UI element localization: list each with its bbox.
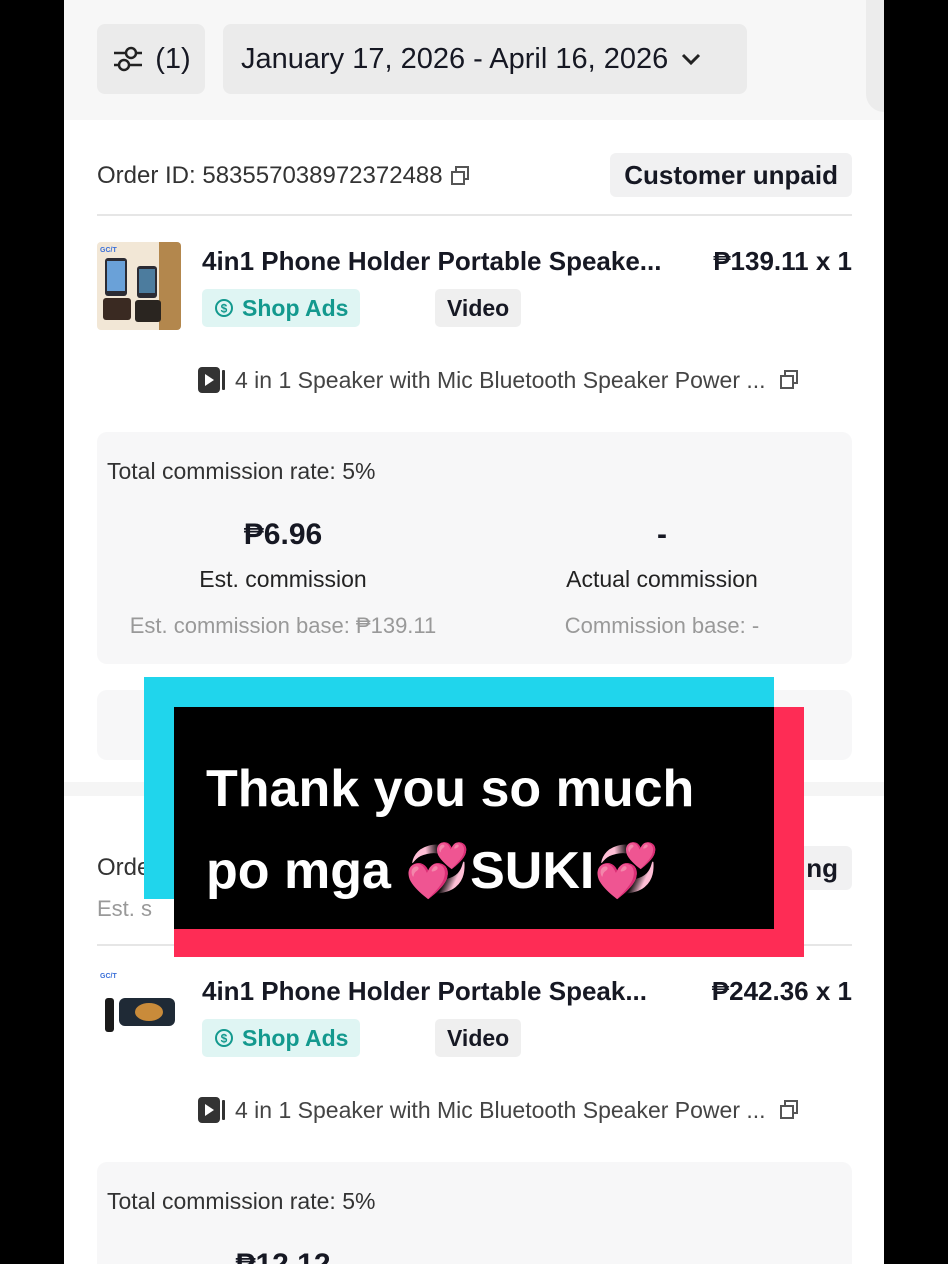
- product-image: GC/T: [97, 968, 181, 1056]
- order-id-text: Order ID: 583557038972372488: [97, 162, 443, 189]
- order-header: Order ID: 583557038972372488 Customer un…: [97, 153, 852, 199]
- video-tag: Video: [435, 1019, 522, 1057]
- filter-button[interactable]: (1): [97, 24, 205, 94]
- linked-video[interactable]: 4 in 1 Speaker with Mic Bluetooth Speake…: [197, 366, 800, 394]
- est-commission-value: ₱12.12: [103, 1248, 463, 1264]
- product-price: ₱139.11 x 1: [713, 246, 852, 276]
- est-commission-label: Est. commission: [199, 566, 367, 592]
- video-title: 4 in 1 Speaker with Mic Bluetooth Speake…: [235, 1096, 766, 1123]
- commission-rate: Total commission rate: 5%: [107, 458, 376, 484]
- product-price: ₱242.36 x 1: [711, 976, 852, 1006]
- shop-ads-tag: $ Shop Ads: [202, 1019, 361, 1057]
- copy-icon[interactable]: [778, 369, 800, 391]
- video-tag: Video: [435, 289, 522, 327]
- date-range-label: January 17, 2026 - April 16, 2026: [241, 42, 669, 75]
- copy-icon[interactable]: [449, 165, 471, 187]
- divider: [97, 214, 852, 216]
- est-commission-base: Est. commission base: ₱139.11: [129, 613, 437, 638]
- commission-panel: Total commission rate: 5% ₱12.12: [97, 1162, 852, 1264]
- filter-sliders-icon: [114, 46, 143, 72]
- copy-icon[interactable]: [778, 1099, 800, 1121]
- product-title[interactable]: 4in1 Phone Holder Portable Speake...: [202, 246, 661, 277]
- filter-count: (1): [155, 42, 191, 75]
- shop-ads-tag: $ Shop Ads: [202, 289, 361, 327]
- shop-ads-label: Shop Ads: [242, 294, 349, 321]
- heart-emoji: 💞: [405, 842, 471, 900]
- affiliate-orders-page: (1) January 17, 2026 - April 16, 2026 Or…: [64, 0, 884, 1264]
- product-thumbnail[interactable]: GC/T: [97, 242, 181, 330]
- product-image: GC/T: [97, 242, 181, 330]
- video-play-icon: [198, 1097, 225, 1123]
- svg-text:GC/T: GC/T: [100, 973, 117, 980]
- actual-commission-label: Actual commission: [566, 566, 758, 592]
- actual-commission-value: -: [657, 518, 667, 551]
- heart-emoji: 💞: [594, 842, 660, 900]
- shop-ads-coin-icon: $: [215, 1029, 233, 1047]
- svg-text:$: $: [221, 302, 228, 316]
- caption-line-2-text: po mga: [206, 842, 406, 900]
- linked-video[interactable]: 4 in 1 Speaker with Mic Bluetooth Speake…: [197, 1096, 800, 1124]
- product-thumbnail[interactable]: GC/T: [97, 968, 181, 1056]
- commission-rate: Total commission rate: 5%: [107, 1188, 376, 1214]
- video-title: 4 in 1 Speaker with Mic Bluetooth Speake…: [235, 366, 766, 393]
- product-title[interactable]: 4in1 Phone Holder Portable Speak...: [202, 976, 647, 1007]
- caption-line-1: Thank you so much: [206, 760, 695, 818]
- date-range-dropdown[interactable]: January 17, 2026 - April 16, 2026: [223, 24, 747, 94]
- svg-text:GC/T: GC/T: [100, 247, 117, 254]
- actual-commission: - Actual commission Commission base: -: [482, 518, 842, 639]
- svg-text:$: $: [221, 1032, 228, 1046]
- video-play-icon: [198, 367, 225, 393]
- est-commission-value: ₱6.96: [243, 518, 323, 551]
- actual-commission-base: Commission base: -: [564, 613, 760, 638]
- order-subtext-partial: Est. s: [97, 896, 153, 921]
- caption-line-2: po mga 💞SUKI💞: [206, 830, 766, 912]
- order-id-partial: Orde: [97, 854, 151, 881]
- filter-bar: (1) January 17, 2026 - April 16, 2026: [64, 0, 884, 120]
- caption-text: Thank you so much po mga 💞SUKI💞: [206, 748, 766, 912]
- shop-ads-coin-icon: $: [215, 299, 233, 317]
- commission-panel: Total commission rate: 5% ₱6.96 Est. com…: [97, 432, 852, 664]
- status-badge: Customer unpaid: [610, 153, 852, 197]
- order-id: Order ID: 583557038972372488: [97, 162, 471, 190]
- est-commission: ₱6.96 Est. commission Est. commission ba…: [103, 518, 463, 639]
- caption-suki: SUKI: [470, 842, 595, 900]
- chevron-down-icon: [682, 53, 701, 66]
- est-commission: ₱12.12: [103, 1248, 463, 1264]
- shop-ads-label: Shop Ads: [242, 1024, 349, 1051]
- next-chip-partial[interactable]: [866, 0, 884, 112]
